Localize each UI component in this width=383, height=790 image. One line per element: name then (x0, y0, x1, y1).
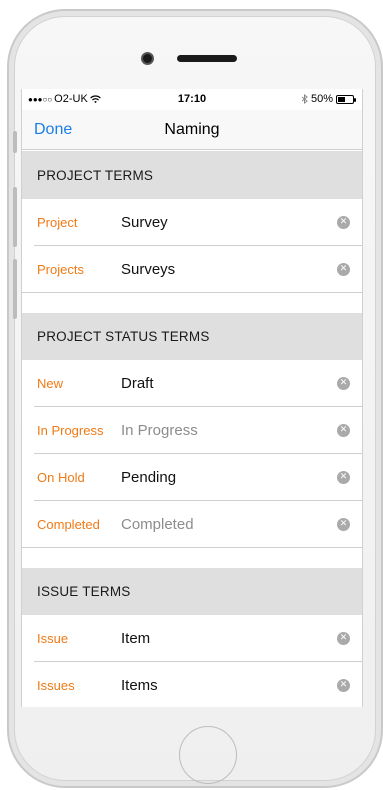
earpiece-speaker (177, 55, 237, 62)
section-header-project-terms: PROJECT TERMS (22, 151, 362, 199)
clear-icon[interactable]: ✕ (337, 263, 350, 276)
term-input[interactable] (121, 625, 321, 651)
home-button[interactable] (179, 726, 237, 784)
term-input[interactable] (121, 511, 321, 537)
term-input[interactable] (121, 417, 321, 443)
battery-icon (336, 94, 356, 104)
clear-icon[interactable]: ✕ (337, 518, 350, 531)
term-label: Completed (37, 517, 100, 532)
term-input[interactable] (121, 209, 321, 235)
settings-list: PROJECT TERMS Project ✕ Projects ✕ PROJE… (22, 151, 362, 707)
section-spacer (22, 548, 362, 568)
clear-icon[interactable]: ✕ (337, 471, 350, 484)
term-input[interactable] (121, 464, 321, 490)
battery-percent: 50% (310, 93, 333, 105)
term-row-new: New ✕ (22, 360, 362, 407)
section-header-project-status-terms: PROJECT STATUS TERMS (22, 313, 362, 360)
done-button[interactable]: Done (34, 121, 72, 139)
mute-switch (13, 131, 17, 153)
status-right: 50% (301, 93, 356, 105)
section-header-issue-terms: ISSUE TERMS (22, 568, 362, 615)
term-row-issues: Issues ✕ (22, 662, 362, 707)
term-row-on-hold: On Hold ✕ (22, 454, 362, 501)
term-row-projects: Projects ✕ (22, 246, 362, 293)
term-label: Projects (37, 262, 84, 277)
term-label: New (37, 376, 64, 391)
term-label: In Progress (37, 423, 104, 438)
section-spacer (22, 293, 362, 313)
front-camera (141, 52, 154, 65)
term-label: Issues (37, 678, 75, 693)
term-row-in-progress: In Progress ✕ (22, 407, 362, 454)
bluetooth-icon (301, 94, 308, 104)
term-row-project: Project ✕ (22, 199, 362, 246)
term-input[interactable] (121, 370, 321, 396)
clear-icon[interactable]: ✕ (337, 632, 350, 645)
term-label: Issue (37, 631, 69, 646)
clear-icon[interactable]: ✕ (337, 679, 350, 692)
screen: ●●●○○ O2-UK 17:10 50% Done Naming PROJEC… (21, 89, 363, 707)
clear-icon[interactable]: ✕ (337, 216, 350, 229)
clear-icon[interactable]: ✕ (337, 424, 350, 437)
status-bar: ●●●○○ O2-UK 17:10 50% (22, 89, 362, 109)
term-row-completed: Completed ✕ (22, 501, 362, 548)
term-label: Project (37, 215, 78, 230)
volume-up-button (13, 187, 17, 247)
battery-fill (338, 96, 345, 102)
page-title: Naming (164, 121, 220, 138)
term-row-issue: Issue ✕ (22, 615, 362, 662)
term-label: On Hold (37, 470, 85, 485)
navigation-bar: Done Naming (22, 110, 362, 150)
term-input[interactable] (121, 256, 321, 282)
term-input[interactable] (121, 672, 321, 698)
clear-icon[interactable]: ✕ (337, 377, 350, 390)
volume-down-button (13, 259, 17, 319)
